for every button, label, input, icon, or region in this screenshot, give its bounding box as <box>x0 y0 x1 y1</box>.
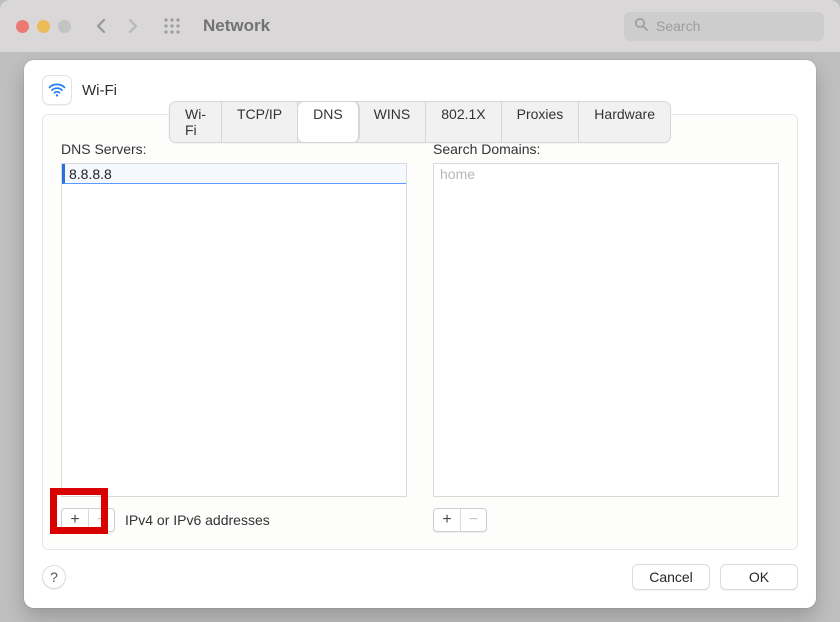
tab-wins[interactable]: WINS <box>359 102 427 142</box>
settings-panel: Wi-Fi TCP/IP DNS WINS 802.1X Proxies Har… <box>42 114 798 550</box>
show-all-icon[interactable] <box>163 17 181 35</box>
search-input[interactable] <box>656 18 814 34</box>
search-domain-placeholder-entry[interactable]: home <box>434 164 778 184</box>
back-button[interactable] <box>95 18 107 34</box>
search-field[interactable] <box>624 12 824 41</box>
search-domain-add-button[interactable]: + <box>434 509 460 531</box>
dns-footer-label: IPv4 or IPv6 addresses <box>125 512 270 528</box>
dns-servers-column: DNS Servers: + − IPv4 or IPv6 addresses <box>61 141 407 535</box>
search-domain-remove-button[interactable]: − <box>460 509 486 531</box>
tab-wifi[interactable]: Wi-Fi <box>170 102 222 142</box>
tab-hardware[interactable]: Hardware <box>579 102 670 142</box>
dns-remove-button[interactable]: − <box>88 509 114 531</box>
help-button[interactable]: ? <box>42 565 66 589</box>
dns-add-button[interactable]: + <box>62 509 88 531</box>
close-window-button[interactable] <box>16 20 29 33</box>
window-title: Network <box>203 16 270 36</box>
tab-tcpip[interactable]: TCP/IP <box>222 102 298 142</box>
tab-proxies[interactable]: Proxies <box>502 102 580 142</box>
search-domains-label: Search Domains: <box>433 141 779 157</box>
dns-servers-list[interactable] <box>61 163 407 497</box>
cancel-button[interactable]: Cancel <box>632 564 710 590</box>
dns-entry-row[interactable] <box>62 164 406 184</box>
dns-entry-input[interactable] <box>69 164 402 183</box>
forward-button[interactable] <box>127 18 139 34</box>
minimize-window-button[interactable] <box>37 20 50 33</box>
nav-buttons <box>95 18 139 34</box>
search-domain-add-remove-group: + − <box>433 508 487 532</box>
tab-dns[interactable]: DNS <box>298 102 359 142</box>
network-advanced-sheet: Wi-Fi Wi-Fi TCP/IP DNS WINS 802.1X Proxi… <box>24 60 816 608</box>
dns-servers-label: DNS Servers: <box>61 141 407 157</box>
ok-button[interactable]: OK <box>720 564 798 590</box>
sheet-title: Wi-Fi <box>82 82 117 99</box>
search-domains-list[interactable]: home <box>433 163 779 497</box>
wifi-icon <box>42 75 72 105</box>
tab-strip: Wi-Fi TCP/IP DNS WINS 802.1X Proxies Har… <box>169 101 671 143</box>
dns-add-remove-group: + − <box>61 508 115 532</box>
window-titlebar: Network <box>0 0 840 52</box>
search-domains-column: Search Domains: home + − <box>433 141 779 535</box>
zoom-window-button[interactable] <box>58 20 71 33</box>
search-icon <box>634 17 648 36</box>
tab-8021x[interactable]: 802.1X <box>426 102 501 142</box>
traffic-lights <box>16 20 71 33</box>
